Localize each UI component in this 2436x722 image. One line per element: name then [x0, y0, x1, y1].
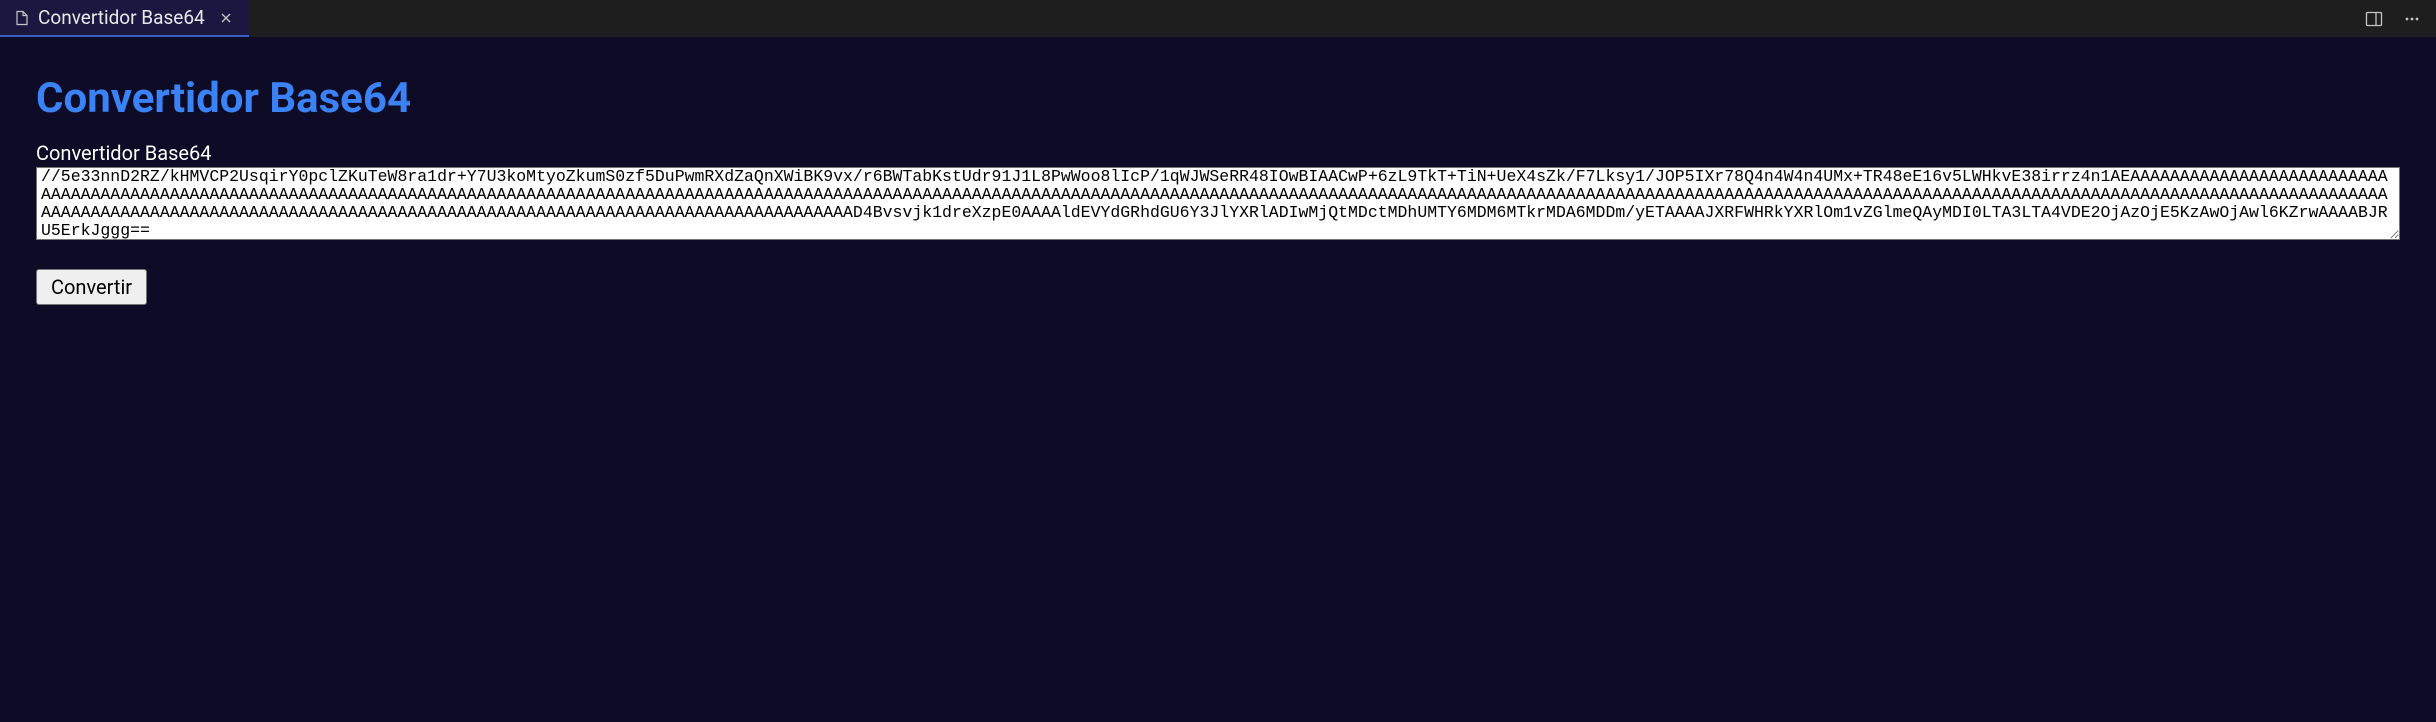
- base64-input[interactable]: [36, 167, 2400, 240]
- titlebar-actions: [2364, 9, 2436, 29]
- convert-button[interactable]: Convertir: [36, 269, 147, 305]
- page-title: Convertidor Base64: [36, 74, 2400, 123]
- close-icon[interactable]: [217, 9, 235, 27]
- textarea-label: Convertidor Base64: [36, 141, 2400, 165]
- split-panel-icon[interactable]: [2364, 9, 2384, 29]
- more-icon[interactable]: [2402, 9, 2422, 29]
- tab-title: Convertidor Base64: [38, 6, 205, 29]
- tabs-container: Convertidor Base64: [0, 0, 249, 37]
- content-area: Convertidor Base64 Convertidor Base64 Co…: [0, 38, 2436, 305]
- file-icon: [14, 10, 30, 26]
- titlebar: Convertidor Base64: [0, 0, 2436, 38]
- tab-active[interactable]: Convertidor Base64: [0, 0, 249, 37]
